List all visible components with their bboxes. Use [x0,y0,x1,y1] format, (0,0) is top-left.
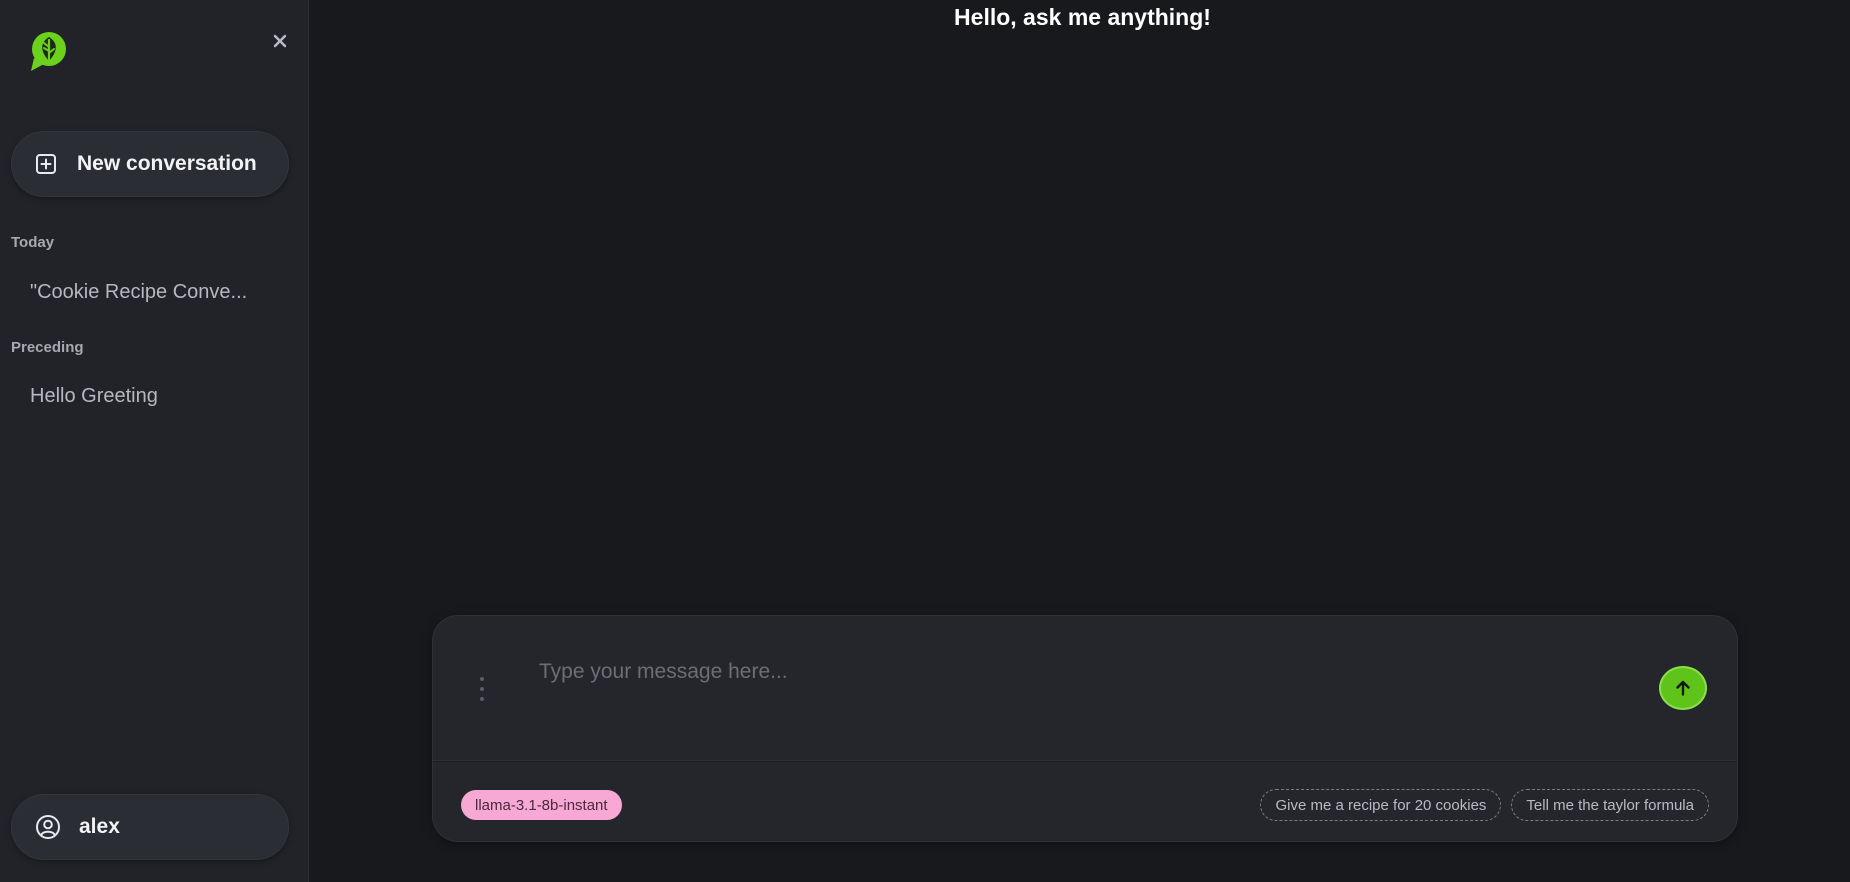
composer-divider [433,760,1737,762]
user-circle-icon [35,814,61,840]
suggestion-chips: Give me a recipe for 20 cookies Tell me … [1260,789,1709,821]
chat-main: Hello, ask me anything! llama-3.1-8b-ins… [310,0,1850,882]
leaf-chat-logo-icon [28,30,70,74]
suggestion-chip[interactable]: Give me a recipe for 20 cookies [1260,789,1502,821]
conversation-item-label: "Cookie Recipe Conve... [30,280,248,303]
close-icon [273,34,287,48]
plus-square-icon [35,153,57,175]
user-account-button[interactable]: alex [11,794,289,860]
message-input[interactable] [539,652,1539,692]
conversation-item[interactable]: Hello Greeting [20,376,280,416]
composer-input-row [433,616,1737,759]
new-conversation-button[interactable]: New conversation [11,131,289,197]
message-composer: llama-3.1-8b-instant Give me a recipe fo… [432,615,1738,842]
new-conversation-label: New conversation [77,152,257,175]
conversation-item-label: Hello Greeting [30,384,158,407]
drag-handle-icon[interactable] [477,677,487,701]
close-sidebar-button[interactable] [268,29,292,53]
arrow-up-icon [1676,680,1690,696]
user-name: alex [79,815,120,838]
send-button[interactable] [1659,666,1707,710]
model-selector-badge[interactable]: llama-3.1-8b-instant [461,790,622,820]
app-window: New conversation Today "Cookie Recipe Co… [0,0,1850,882]
greeting-title: Hello, ask me anything! [954,4,1211,30]
sidebar: New conversation Today "Cookie Recipe Co… [0,0,309,882]
section-title-today: Today [11,234,55,251]
section-title-preceding: Preceding [11,339,84,356]
conversation-item[interactable]: "Cookie Recipe Conve... [20,272,280,312]
suggestion-chip[interactable]: Tell me the taylor formula [1511,789,1709,821]
